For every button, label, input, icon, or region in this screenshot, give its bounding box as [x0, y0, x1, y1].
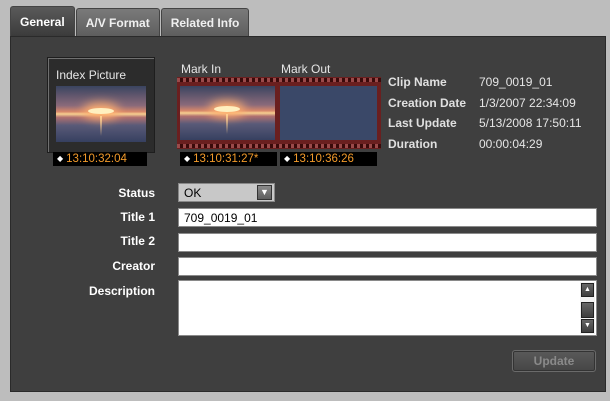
mark-in-timecode: ◆ 13:10:31:27*	[180, 152, 277, 166]
diamond-icon: ◆	[57, 154, 64, 163]
tab-bar: General A/V Format Related Info	[10, 6, 250, 36]
title1-input[interactable]	[178, 208, 597, 227]
mark-filmstrip	[177, 77, 381, 149]
update-button[interactable]: Update	[512, 350, 596, 372]
tab-general[interactable]: General	[10, 6, 75, 36]
chevron-down-icon[interactable]: ▼	[257, 185, 272, 200]
status-value: OK	[184, 186, 202, 200]
title2-input[interactable]	[178, 233, 597, 252]
description-textarea[interactable]: ▲ ▼	[178, 280, 597, 336]
duration-key: Duration	[388, 137, 438, 151]
scroll-down-icon[interactable]: ▼	[581, 319, 594, 333]
status-select[interactable]: OK ▼	[178, 183, 275, 202]
last-update-value: 5/13/2008 17:50:11	[479, 116, 582, 130]
creator-input[interactable]	[178, 257, 597, 276]
clip-name-key: Clip Name	[388, 75, 447, 89]
index-picture-label: Index Picture	[56, 68, 127, 82]
diamond-icon: ◆	[184, 154, 191, 163]
creator-label: Creator	[112, 259, 155, 273]
diamond-icon: ◆	[284, 154, 291, 163]
title1-label: Title 1	[120, 210, 155, 224]
creation-date-value: 1/3/2007 22:34:09	[479, 96, 576, 110]
tab-av-format[interactable]: A/V Format	[75, 8, 160, 36]
creation-date-key: Creation Date	[388, 96, 467, 110]
general-panel: Index Picture ◆ 13:10:32:04 Mark In Mark …	[10, 36, 606, 392]
last-update-key: Last Update	[388, 116, 457, 130]
scroll-thumb[interactable]	[581, 302, 594, 318]
index-picture-box[interactable]: Index Picture	[47, 57, 155, 153]
index-picture-timecode: ◆ 13:10:32:04	[53, 152, 147, 166]
scroll-up-icon[interactable]: ▲	[581, 283, 594, 297]
title2-label: Title 2	[120, 234, 155, 248]
mark-out-label: Mark Out	[281, 62, 331, 76]
mark-out-thumbnail[interactable]	[280, 86, 377, 140]
clip-name-value: 709_0019_01	[479, 75, 553, 89]
mark-out-timecode-text: 13:10:36:26	[293, 153, 354, 165]
index-timecode-text: 13:10:32:04	[66, 153, 127, 165]
mark-out-timecode: ◆ 13:10:36:26	[280, 152, 377, 166]
mark-in-thumbnail[interactable]	[180, 86, 275, 140]
description-scrollbar[interactable]: ▲ ▼	[580, 282, 595, 334]
clip-properties-window: General A/V Format Related Info Index Pi…	[0, 0, 610, 401]
mark-in-label: Mark In	[181, 62, 222, 76]
status-label: Status	[118, 186, 155, 200]
index-picture-thumbnail[interactable]	[56, 86, 146, 142]
duration-value: 00:00:04:29	[479, 137, 543, 151]
tab-related-info[interactable]: Related Info	[160, 8, 250, 36]
mark-in-timecode-text: 13:10:31:27*	[193, 153, 259, 165]
description-label: Description	[88, 284, 155, 298]
